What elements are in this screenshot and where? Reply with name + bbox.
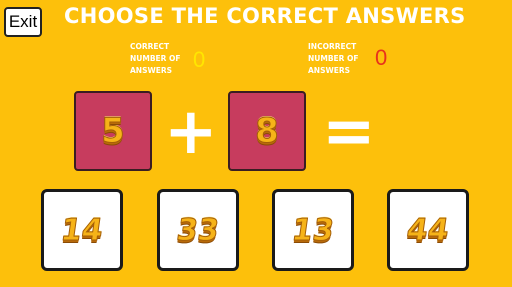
correct-count-value: 0 bbox=[193, 47, 206, 72]
operand-two: 8 bbox=[255, 111, 280, 152]
answer-option-1[interactable]: 14 bbox=[41, 189, 123, 271]
operand-one: 5 bbox=[101, 111, 126, 152]
page-title: CHOOSE THE CORRECT ANSWERS bbox=[64, 4, 466, 28]
answer-option-3-value: 13 bbox=[289, 212, 337, 248]
operand-two-card: 8 bbox=[228, 91, 306, 171]
operand-one-card: 5 bbox=[74, 91, 152, 171]
correct-count-label: CORRECT NUMBER OF ANSWERS bbox=[130, 42, 181, 75]
incorrect-count-value: 0 bbox=[375, 45, 388, 70]
answer-option-4-value: 44 bbox=[404, 212, 452, 248]
answer-option-4[interactable]: 44 bbox=[387, 189, 469, 271]
answer-option-3[interactable]: 13 bbox=[272, 189, 354, 271]
plus-sign: + bbox=[164, 95, 218, 169]
incorrect-count-label: INCORRECT NUMBER OF ANSWERS bbox=[308, 42, 359, 75]
exit-button[interactable]: Exit bbox=[4, 7, 42, 37]
answer-option-2[interactable]: 33 bbox=[157, 189, 239, 271]
answer-option-2-value: 33 bbox=[174, 212, 222, 248]
answer-option-1-value: 14 bbox=[58, 212, 106, 248]
equals-sign: = bbox=[322, 95, 376, 169]
